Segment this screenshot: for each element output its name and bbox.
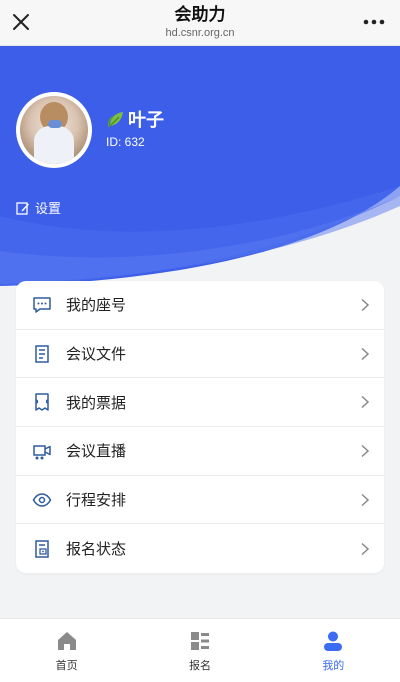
more-dots-icon xyxy=(363,19,385,25)
menu-item-my-seat[interactable]: 我的座号 xyxy=(16,281,384,330)
home-icon xyxy=(57,632,76,650)
eye-icon xyxy=(32,492,52,507)
settings-button[interactable]: 设置 xyxy=(16,198,61,217)
menu-item-registration-status[interactable]: 报名状态 xyxy=(16,524,384,573)
browser-top-bar: 会助力 hd.csnr.org.cn xyxy=(0,0,400,46)
menu-label: 我的票据 xyxy=(66,393,127,412)
ticket-icon xyxy=(35,393,49,411)
title-block: 会助力 hd.csnr.org.cn xyxy=(0,4,400,40)
tab-register[interactable]: 报名 xyxy=(133,619,266,682)
menu-label: 会议直播 xyxy=(66,442,127,461)
menu-item-my-tickets[interactable]: 我的票据 xyxy=(16,378,384,428)
user-name-row: 叶子 xyxy=(106,106,164,132)
header-background xyxy=(0,46,400,296)
tab-mine[interactable]: 我的 xyxy=(267,619,400,682)
chat-seat-icon xyxy=(33,297,51,313)
tab-label: 我的 xyxy=(322,659,345,672)
live-camera-icon xyxy=(33,445,51,460)
page-title: 会助力 xyxy=(174,5,226,25)
chevron-right-icon xyxy=(361,542,370,555)
registration-status-icon xyxy=(35,540,49,558)
leaf-icon xyxy=(107,112,123,128)
menu-label: 报名状态 xyxy=(66,540,127,559)
person-icon xyxy=(324,631,343,651)
avatar-image xyxy=(20,96,88,164)
edit-icon xyxy=(16,201,29,215)
profile-header: 叶子 ID: 632 设置 xyxy=(0,46,400,296)
menu-item-live-stream[interactable]: 会议直播 xyxy=(16,427,384,476)
chevron-right-icon xyxy=(361,493,370,506)
page-url: hd.csnr.org.cn xyxy=(165,27,235,39)
menu-card: 我的座号 会议文件 我的票据 会议直播 行程安排 报名状态 xyxy=(16,281,384,573)
chevron-right-icon xyxy=(361,298,370,311)
menu-label: 行程安排 xyxy=(66,491,127,510)
bottom-tab-bar: 首页 报名 我的 xyxy=(0,618,400,682)
menu-label: 会议文件 xyxy=(66,345,127,364)
menu-item-meeting-files[interactable]: 会议文件 xyxy=(16,330,384,379)
tab-label: 首页 xyxy=(55,659,78,672)
user-name: 叶子 xyxy=(128,110,164,131)
user-id: ID: 632 xyxy=(106,135,145,149)
document-icon xyxy=(35,344,49,363)
tab-home[interactable]: 首页 xyxy=(0,619,133,682)
chevron-right-icon xyxy=(361,396,370,409)
more-options-button[interactable] xyxy=(360,12,388,32)
chevron-right-icon xyxy=(361,347,370,360)
menu-label: 我的座号 xyxy=(66,296,127,315)
chevron-right-icon xyxy=(361,444,370,457)
grid-list-icon xyxy=(190,632,209,650)
avatar[interactable] xyxy=(16,92,92,168)
tab-label: 报名 xyxy=(188,659,211,672)
settings-label: 设置 xyxy=(35,202,62,217)
menu-item-itinerary[interactable]: 行程安排 xyxy=(16,476,384,525)
